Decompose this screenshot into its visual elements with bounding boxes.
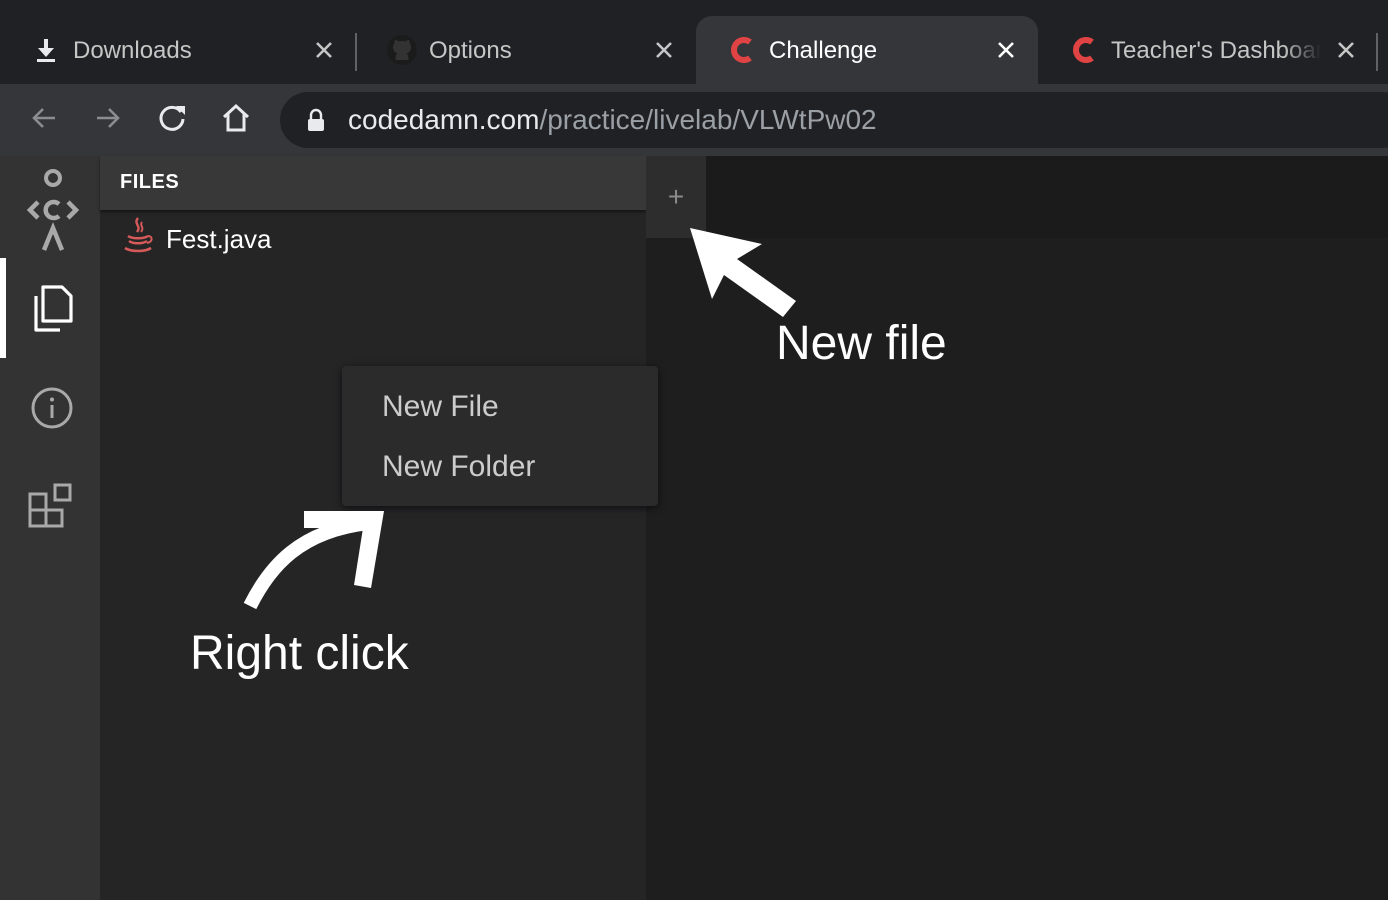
home-icon: [220, 102, 252, 139]
browser-tab-strip: Downloads Options Challenge Teacher's Da…: [0, 0, 1388, 84]
browser-toolbar: codedamn.com/practice/livelab/VLWtPw02: [0, 84, 1388, 156]
download-icon: [30, 34, 62, 66]
editor-tabs-empty: [706, 156, 1388, 238]
address-bar[interactable]: codedamn.com/practice/livelab/VLWtPw02: [280, 92, 1388, 148]
active-indicator: [0, 258, 6, 358]
tab-title: Challenge: [769, 37, 878, 64]
java-icon: [122, 216, 154, 256]
plus-icon: +: [667, 181, 685, 212]
close-icon[interactable]: [1332, 36, 1360, 64]
reload-icon: [156, 102, 188, 139]
back-arrow-icon: [28, 102, 60, 139]
menu-item-new-folder[interactable]: New Folder: [382, 447, 535, 487]
tab-title: Teacher's Dashboard: [1111, 37, 1321, 64]
tab-title: Downloads: [73, 37, 192, 64]
file-item[interactable]: Fest.java: [100, 216, 646, 264]
editor-tabs-bar: +: [646, 156, 1388, 238]
url-host: codedamn.com: [348, 104, 540, 135]
tab-challenge[interactable]: Challenge: [696, 16, 1038, 84]
tab-title: Options: [429, 37, 512, 64]
codedamn-icon: [1068, 34, 1100, 66]
tab-separator: [1376, 33, 1378, 71]
close-icon[interactable]: [992, 36, 1020, 64]
context-menu: New File New Folder: [342, 366, 658, 506]
codedamn-icon: [726, 34, 758, 66]
editor-area[interactable]: +: [646, 156, 1388, 900]
extensions-icon[interactable]: [24, 478, 80, 534]
tab-options[interactable]: Options: [356, 16, 696, 84]
forward-button[interactable]: [86, 98, 130, 142]
tab-teachers-dashboard[interactable]: Teacher's Dashboard: [1038, 16, 1378, 84]
close-icon[interactable]: [310, 36, 338, 64]
right-click-annotation: Right click: [190, 627, 409, 680]
codedamn-ide: FILES Fest.java + New File New Folder Ne…: [0, 156, 1388, 900]
activity-bar: [0, 156, 100, 900]
info-icon[interactable]: [24, 380, 80, 436]
file-name: Fest.java: [166, 224, 272, 254]
screenshot: Downloads Options Challenge Teacher's Da…: [0, 0, 1388, 900]
url-path: /practice/livelab/VLWtPw02: [539, 104, 877, 135]
codedamn-logo-icon[interactable]: [22, 164, 82, 252]
lock-icon: [306, 108, 326, 132]
new-file-annotation: New file: [776, 317, 947, 370]
home-button[interactable]: [214, 98, 258, 142]
files-sidebar[interactable]: FILES Fest.java: [100, 156, 646, 900]
url-text: codedamn.com/practice/livelab/VLWtPw02: [348, 104, 877, 136]
files-icon[interactable]: [24, 280, 80, 336]
files-header: FILES: [100, 156, 646, 210]
tab-downloads[interactable]: Downloads: [0, 16, 356, 84]
back-button[interactable]: [22, 98, 66, 142]
new-file-button[interactable]: +: [646, 156, 706, 238]
github-icon: [386, 34, 418, 66]
files-title: FILES: [120, 171, 180, 193]
close-icon[interactable]: [650, 36, 678, 64]
forward-arrow-icon: [92, 102, 124, 139]
menu-item-new-file[interactable]: New File: [382, 387, 499, 427]
reload-button[interactable]: [150, 98, 194, 142]
